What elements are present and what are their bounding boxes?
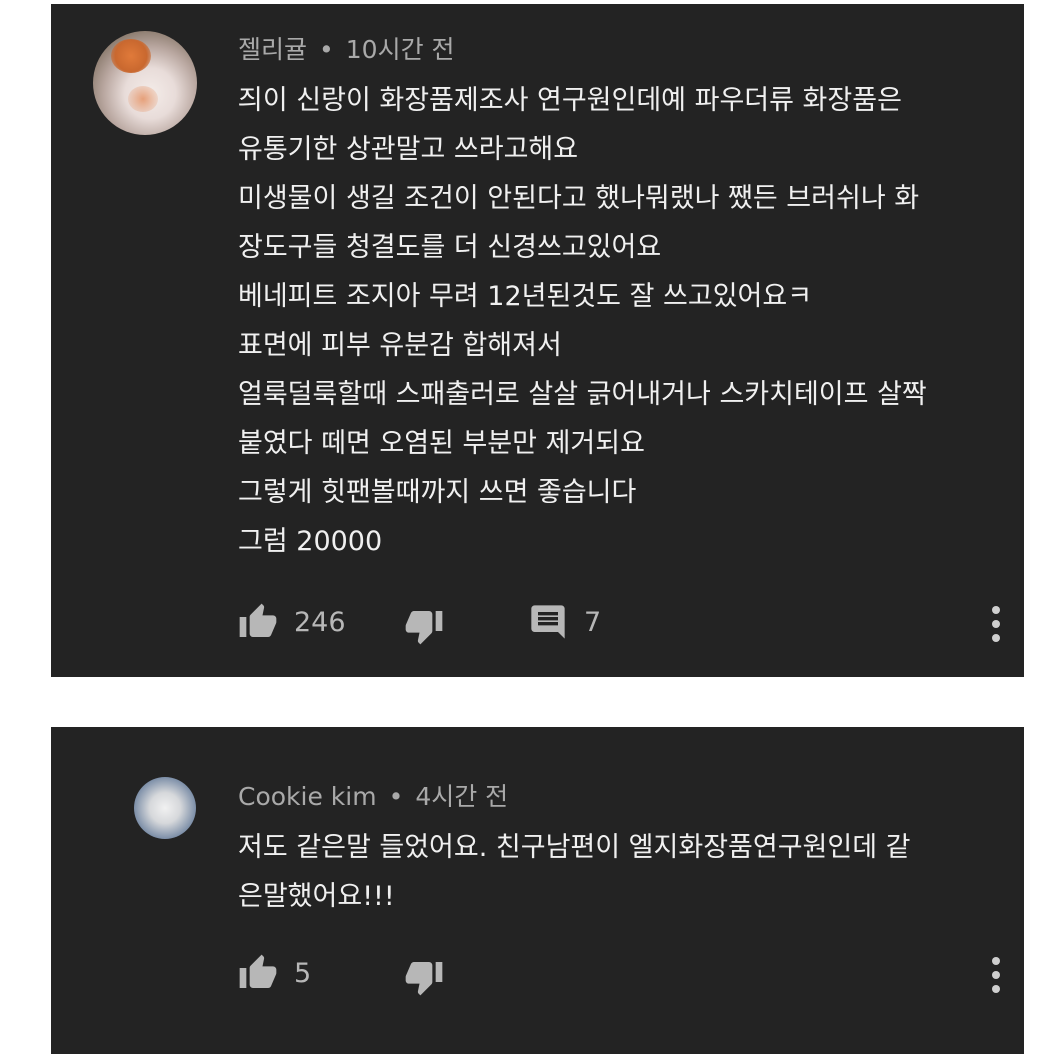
comment-card: Cookie kim • 4시간 전 저도 같은말 들었어요. 친구남편이 엘지화장… (51, 727, 1024, 1054)
reply-button[interactable]: 7 (528, 602, 601, 642)
thumbs-up-icon (238, 953, 278, 993)
comment-text: 즤이 신랑이 화장품제조사 연구원인데예 파우더류 화장품은 유통기한 상관말고… (238, 76, 998, 566)
comment-text: 저도 같은말 들었어요. 친구남편이 엘지화장품연구원인데 같 은말했어요!!! (238, 823, 988, 921)
comment-header: 젤리귤 • 10시간 전 (238, 30, 455, 66)
header-separator: • (388, 782, 404, 811)
author-name[interactable]: 젤리귤 (238, 35, 307, 64)
like-button[interactable]: 5 (238, 953, 311, 993)
comment-line: 표면에 피부 유분감 합해져서 (238, 330, 562, 361)
header-separator: • (319, 35, 334, 64)
comment-line: 즤이 신랑이 화장품제조사 연구원인데예 파우더류 화장품은 (238, 85, 902, 116)
author-avatar[interactable] (93, 31, 197, 135)
comment-line: 베네피트 조지아 무려 12년된것도 잘 쓰고있어요ㅋ (238, 281, 813, 312)
comment-line: 붙였다 떼면 오염된 부분만 제거되요 (238, 428, 645, 459)
thumbs-down-icon (404, 957, 444, 997)
like-count: 246 (294, 606, 346, 638)
like-button[interactable]: 246 (238, 602, 346, 642)
comment-header: Cookie kim • 4시간 전 (238, 777, 508, 813)
comment-line: 얼룩덜룩할때 스패출러로 살살 긁어내거나 스카치테이프 살짝 (238, 379, 927, 410)
author-name[interactable]: Cookie kim (238, 782, 377, 811)
comment-line: 장도구들 청결도를 더 신경쓰고있어요 (238, 232, 662, 263)
comment-line: 그럼 20000 (238, 526, 383, 557)
comment-line: 유통기한 상관말고 쓰라고해요 (238, 134, 579, 165)
comment-actions: 5 (238, 953, 1000, 997)
comment-time: 10시간 전 (345, 35, 455, 64)
comment-card: 젤리귤 • 10시간 전 즤이 신랑이 화장품제조사 연구원인데예 파우더류 화장품… (51, 4, 1024, 677)
more-vert-icon[interactable] (990, 955, 1002, 999)
comment-line: 미생물이 생길 조건이 안된다고 했나뭐랬나 쨌든 브러쉬나 화 (238, 183, 920, 214)
like-count: 5 (294, 957, 312, 989)
thumbs-up-icon (238, 602, 278, 642)
comment-line: 은말했어요!!! (238, 881, 395, 912)
comment-line: 그렇게 힛팬볼때까지 쓰면 좋습니다 (238, 477, 637, 508)
comment-line: 저도 같은말 들었어요. 친구남편이 엘지화장품연구원인데 같 (238, 832, 911, 863)
comment-time: 4시간 전 (415, 782, 509, 811)
reply-count: 7 (584, 606, 602, 638)
dislike-button[interactable] (404, 606, 444, 646)
dislike-button[interactable] (404, 957, 444, 997)
reply-icon (528, 602, 568, 642)
thumbs-down-icon (404, 606, 444, 646)
more-vert-icon[interactable] (990, 604, 1002, 648)
author-avatar[interactable] (134, 777, 196, 839)
comment-actions: 246 7 (238, 602, 1000, 646)
